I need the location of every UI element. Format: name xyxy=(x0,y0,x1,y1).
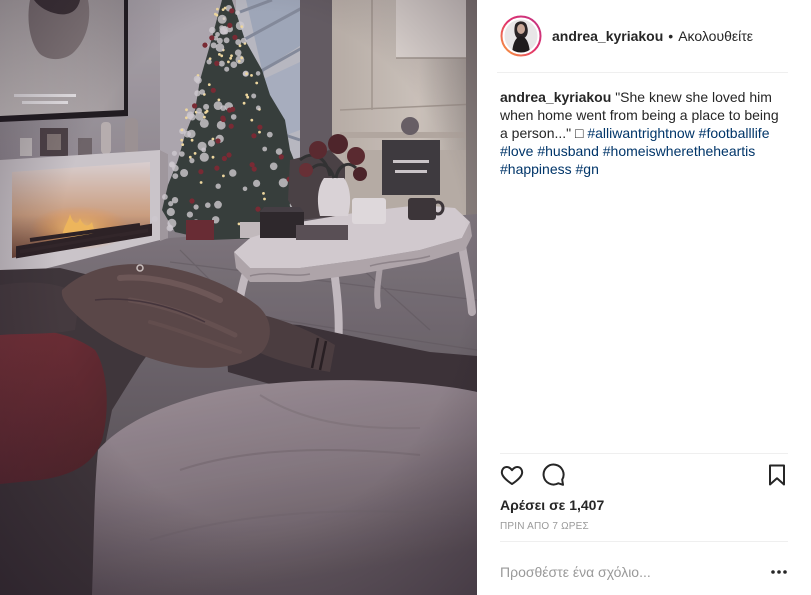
caption-username-link[interactable]: andrea_kyriakou xyxy=(500,89,611,105)
bookmark-icon xyxy=(769,464,785,486)
post-timestamp[interactable]: ΠΡΙΝ ΑΠΟ 7 ΩΡΕΣ xyxy=(500,521,589,533)
hashtag-link[interactable]: #alliwantrightnow xyxy=(587,125,694,141)
post-header: andrea_kyriakou • Ακολουθείτε xyxy=(497,0,788,73)
add-comment-section xyxy=(500,541,788,595)
comment-icon xyxy=(542,463,565,486)
post-photo[interactable] xyxy=(0,0,477,595)
hashtag-link[interactable]: #footballlife xyxy=(699,125,770,141)
separator-dot: • xyxy=(668,28,674,44)
bookmark-outline xyxy=(769,464,785,486)
hashtag-link[interactable]: #love xyxy=(500,143,533,159)
dot xyxy=(777,570,781,574)
comment-button[interactable] xyxy=(541,463,565,487)
heart-outline xyxy=(500,466,524,485)
more-options-icon xyxy=(771,570,787,574)
profile-avatar[interactable] xyxy=(500,15,542,57)
avatar-face xyxy=(517,24,525,34)
save-button[interactable] xyxy=(768,464,786,486)
hashtag-link[interactable]: #happiness xyxy=(500,161,572,177)
likes-count[interactable]: Αρέσει σε 1,407 xyxy=(500,496,604,514)
hashtag-link[interactable]: #gn xyxy=(576,161,599,177)
author-username-link[interactable]: andrea_kyriakou xyxy=(552,28,663,44)
photo-vignette xyxy=(0,0,477,595)
more-options-button[interactable] xyxy=(770,568,788,576)
like-button[interactable] xyxy=(500,463,524,487)
hashtag-link[interactable]: #husband xyxy=(537,143,599,159)
comment-outline xyxy=(542,463,565,486)
heart-icon xyxy=(500,466,524,485)
hashtag-link[interactable]: #homeiswheretheheartis xyxy=(603,143,756,159)
comment-input[interactable] xyxy=(500,563,740,583)
dot xyxy=(771,570,775,574)
following-button[interactable]: Ακολουθείτε xyxy=(678,28,753,44)
avatar-photo xyxy=(504,19,538,53)
dot xyxy=(783,570,787,574)
post-details-panel: andrea_kyriakou • Ακολουθείτε andrea_kyr… xyxy=(477,0,811,595)
post-caption: andrea_kyriakou "She knew she loved him … xyxy=(500,88,788,178)
post-actions xyxy=(500,453,788,493)
